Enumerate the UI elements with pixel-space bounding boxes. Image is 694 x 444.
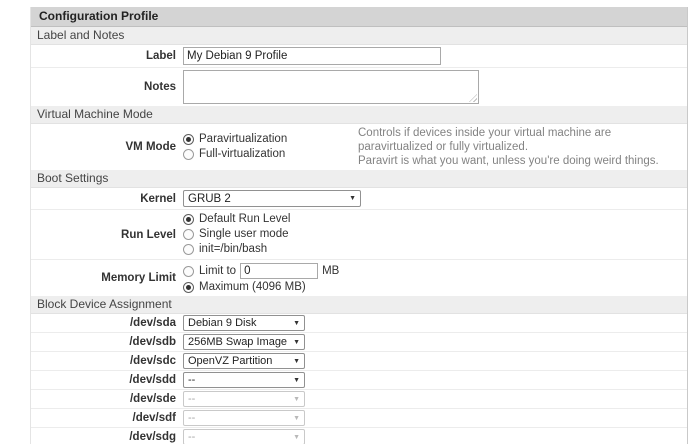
device-select-value: -- (188, 431, 195, 443)
vm-mode-option-label: Paravirtualization (199, 133, 287, 146)
panel-title: Configuration Profile (31, 7, 687, 27)
device-select[interactable]: OpenVZ Partition ▼ (183, 353, 305, 369)
device-select[interactable]: Debian 9 Disk ▼ (183, 315, 305, 331)
device-row: /dev/sdc OpenVZ Partition ▼ (31, 351, 687, 370)
vm-mode-option: Paravirtualization (183, 133, 358, 146)
run-level-row: Run Level Default Run Level Single user m… (31, 209, 687, 259)
notes-textarea[interactable] (183, 70, 479, 104)
device-label: /dev/sdg (31, 431, 183, 443)
run-level-radio[interactable] (183, 214, 194, 225)
kernel-row: Kernel GRUB 2 ▼ (31, 188, 687, 209)
device-row: /dev/sdd -- ▼ (31, 370, 687, 389)
memory-limit-option-label: Limit to (199, 265, 236, 277)
device-row: /dev/sdf -- ▼ (31, 408, 687, 427)
chevron-down-icon: ▼ (293, 339, 300, 346)
section-header-block-device-assignment: Block Device Assignment (31, 296, 687, 314)
memory-limit-input[interactable] (240, 263, 318, 279)
run-level-radio[interactable] (183, 229, 194, 240)
device-label: /dev/sdf (31, 412, 183, 424)
memory-limit-radio[interactable] (183, 266, 194, 277)
label-field-label: Label (31, 50, 183, 62)
run-level-label: Run Level (31, 229, 183, 241)
memory-limit-unit: MB (322, 265, 339, 277)
memory-maximum-option: Maximum (4096 MB) (183, 281, 339, 293)
device-select-value: -- (188, 412, 195, 424)
label-row: Label (31, 45, 687, 67)
device-label: /dev/sdc (31, 355, 183, 367)
section-header-virtual-machine-mode: Virtual Machine Mode (31, 106, 687, 124)
memory-limit-row: Memory Limit Limit to MB Maximum (4096 M… (31, 259, 687, 296)
chevron-down-icon: ▼ (349, 195, 356, 202)
run-level-option: init=/bin/bash (183, 243, 290, 256)
device-select[interactable]: -- ▼ (183, 410, 305, 426)
device-row: /dev/sdg -- ▼ (31, 427, 687, 444)
chevron-down-icon: ▼ (293, 377, 300, 384)
device-label: /dev/sdd (31, 374, 183, 386)
memory-maximum-radio[interactable] (183, 282, 194, 293)
kernel-label: Kernel (31, 193, 183, 205)
section-header-boot-settings: Boot Settings (31, 170, 687, 188)
vm-mode-option: Full-virtualization (183, 148, 358, 161)
device-select-value: -- (188, 374, 195, 386)
vm-mode-radio[interactable] (183, 134, 194, 145)
block-device-rows: /dev/sdaDebian 9 Disk▼/dev/sdb256MB Swap… (31, 314, 687, 444)
device-select[interactable]: -- ▼ (183, 372, 305, 388)
run-level-radio[interactable] (183, 244, 194, 255)
vm-mode-radio[interactable] (183, 149, 194, 160)
device-label: /dev/sde (31, 393, 183, 405)
run-level-option: Default Run Level (183, 213, 290, 226)
vm-mode-help: Controls if devices inside your virtual … (358, 126, 687, 168)
vm-mode-help-line2: Paravirt is what you want, unless you're… (358, 154, 675, 168)
device-row: /dev/sdb 256MB Swap Image ▼ (31, 332, 687, 351)
vm-mode-help-line1: Controls if devices inside your virtual … (358, 126, 675, 154)
memory-maximum-option-label: Maximum (4096 MB) (199, 281, 306, 293)
notes-row: Notes (31, 67, 687, 106)
run-level-option-label: Single user mode (199, 228, 289, 241)
notes-field-label: Notes (31, 81, 183, 93)
device-select-value: -- (188, 393, 195, 405)
vm-mode-radio-group: Paravirtualization Full-virtualization (183, 132, 358, 162)
device-select[interactable]: -- ▼ (183, 429, 305, 444)
run-level-option: Single user mode (183, 228, 290, 241)
device-select-value: OpenVZ Partition (188, 355, 272, 367)
device-label: /dev/sdb (31, 336, 183, 348)
section-header-label-and-notes: Label and Notes (31, 27, 687, 45)
run-level-radio-group: Default Run Level Single user mode init=/b… (183, 212, 290, 257)
memory-limit-label: Memory Limit (31, 272, 183, 284)
chevron-down-icon: ▼ (293, 434, 300, 441)
chevron-down-icon: ▼ (293, 320, 300, 327)
chevron-down-icon: ▼ (293, 396, 300, 403)
run-level-option-label: Default Run Level (199, 213, 290, 226)
vm-mode-option-label: Full-virtualization (199, 148, 285, 161)
chevron-down-icon: ▼ (293, 358, 300, 365)
device-row: /dev/sda Debian 9 Disk ▼ (31, 314, 687, 332)
run-level-option-label: init=/bin/bash (199, 243, 267, 256)
chevron-down-icon: ▼ (293, 415, 300, 422)
vm-mode-row: VM Mode Paravirtualization Full-virtualiz… (31, 124, 687, 170)
device-select[interactable]: 256MB Swap Image ▼ (183, 334, 305, 350)
device-select-value: Debian 9 Disk (188, 317, 256, 329)
configuration-profile-panel: Configuration Profile Label and Notes La… (30, 7, 688, 444)
kernel-select[interactable]: GRUB 2 ▼ (183, 190, 361, 207)
device-select-value: 256MB Swap Image (188, 336, 287, 348)
device-label: /dev/sda (31, 317, 183, 329)
label-input[interactable] (183, 47, 441, 65)
device-select[interactable]: -- ▼ (183, 391, 305, 407)
device-row: /dev/sde -- ▼ (31, 389, 687, 408)
kernel-select-value: GRUB 2 (188, 193, 231, 205)
memory-limit-option: Limit to MB (183, 263, 339, 279)
vm-mode-label: VM Mode (31, 141, 183, 153)
